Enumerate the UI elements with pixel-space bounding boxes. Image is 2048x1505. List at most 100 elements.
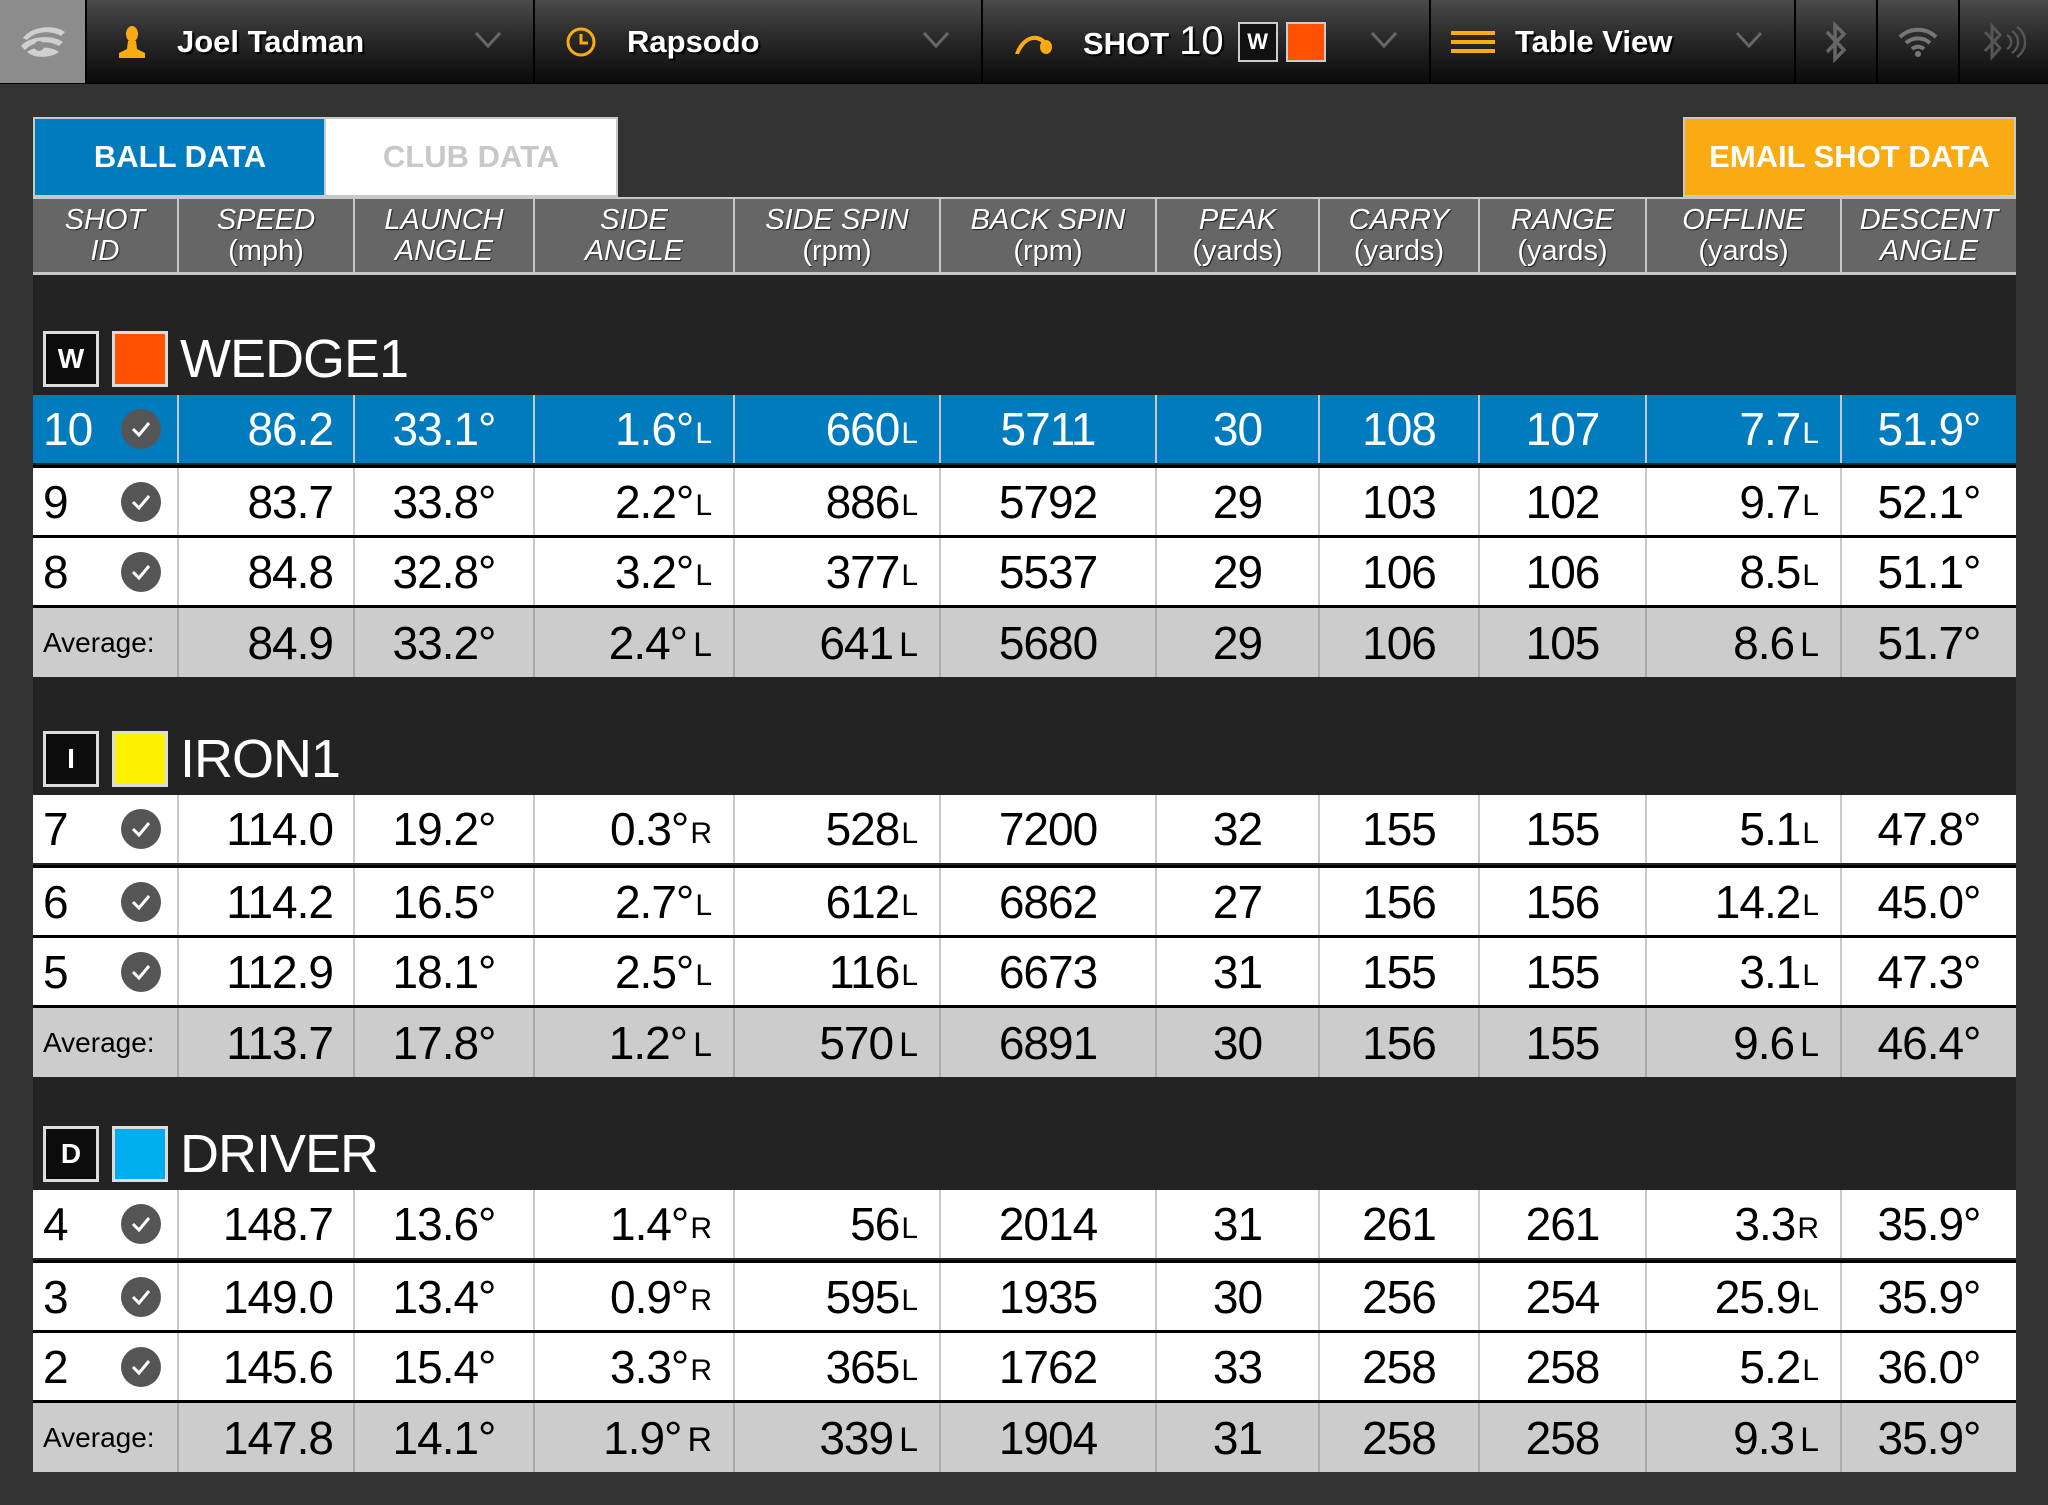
shot-checked-toggle[interactable] [121, 809, 161, 849]
column-header[interactable]: BACK SPIN (rpm) [939, 199, 1155, 272]
shot-row[interactable]: 9 83.7 33.8° 2.2° L 886 L 5792 29 103 102 9.7 L 52.1° [33, 465, 2016, 535]
device-selector[interactable]: Rapsodo [533, 0, 981, 83]
cell-offline: 9.7 L [1645, 468, 1840, 535]
direction-suffix: L [901, 959, 918, 992]
column-header[interactable]: PEAK (yards) [1155, 199, 1318, 272]
shot-row[interactable]: 3 149.0 13.4° 0.9° R 595 L 1935 30 256 254 25.9 L 35.… [33, 1260, 2016, 1330]
column-header-title: CARRY [1348, 203, 1450, 236]
bluetooth-signal-button[interactable] [1958, 0, 2048, 83]
cell-value: 258 [1525, 1411, 1601, 1464]
cell-launch: 19.2° [353, 795, 533, 863]
cell-range: 106 [1478, 538, 1645, 605]
cell-value: 2014 [998, 1198, 1098, 1250]
cell-value: 0.3° [609, 803, 689, 855]
column-header[interactable]: DESCENT ANGLE [1840, 199, 2016, 272]
cell-value: 33.2° [392, 616, 497, 669]
shot-row[interactable]: 10 86.2 33.1° 1.6° L 660 L 5711 30 108 107 7.7 L 51.9… [33, 395, 2016, 463]
cell-side-spin: 886 L [733, 468, 939, 535]
tab-ball-data[interactable]: BALL DATA [33, 117, 325, 197]
cell-launch: 32.8° [353, 538, 533, 605]
cell-descent: 35.9° [1840, 1403, 2016, 1472]
cell-value: 103 [1362, 475, 1437, 528]
cell-value: 147.8 [222, 1411, 334, 1464]
cell-value: 156 [1362, 875, 1437, 928]
shot-row[interactable]: 4 148.7 13.6° 1.4° R 56 L 2014 31 261 261 3.3 R 35.9° [33, 1190, 2016, 1258]
cell-carry: 258 [1318, 1333, 1478, 1400]
club-group-header: D DRIVER [43, 1124, 379, 1184]
email-shot-data-button[interactable]: EMAIL SHOT DATA [1683, 117, 2016, 197]
cell-carry: 106 [1318, 608, 1478, 677]
column-header[interactable]: CARRY (yards) [1318, 199, 1478, 272]
cell-value: 6862 [998, 875, 1098, 928]
direction-suffix: L [1802, 1354, 1819, 1387]
shot-selector[interactable]: SHOT 10 W [981, 0, 1429, 83]
direction-suffix: R [687, 1421, 712, 1459]
bluetooth-icon [1825, 20, 1847, 63]
cell-value: 106 [1362, 616, 1437, 669]
shot-checked-toggle[interactable] [121, 881, 161, 922]
column-header[interactable]: SHOT ID [33, 199, 177, 272]
cell-value: 254 [1525, 1270, 1601, 1323]
column-header-unit: (rpm) [1013, 234, 1083, 267]
cell-value: 3.3 [1734, 1198, 1796, 1250]
cell-descent: 45.0° [1840, 868, 2016, 935]
direction-suffix: L [901, 417, 918, 450]
chevron-down-icon [474, 31, 502, 49]
shot-row[interactable]: 5 112.9 18.1° 2.5° L 116 L 6673 31 155 155 3.1 L 47.3… [33, 935, 2016, 1005]
cell-offline: 3.1 L [1645, 938, 1840, 1005]
column-header[interactable]: RANGE (yards) [1478, 199, 1645, 272]
cell-descent: 51.9° [1840, 395, 2016, 463]
shot-checked-toggle[interactable] [121, 951, 161, 992]
cell-value: 25.9 [1714, 1270, 1802, 1323]
shot-checked-toggle[interactable] [121, 1276, 161, 1317]
chevron-down-icon [922, 31, 950, 49]
cell-value: 261 [1525, 1198, 1601, 1250]
column-header[interactable]: LAUNCH ANGLE [353, 199, 533, 272]
shot-row[interactable]: 7 114.0 19.2° 0.3° R 528 L 7200 32 155 155 5.1 L 47.8… [33, 795, 2016, 863]
column-header[interactable]: SIDE ANGLE [533, 199, 733, 272]
column-header-title: SIDE SPIN [765, 203, 909, 236]
wifi-icon [1898, 27, 1938, 57]
tab-club-data[interactable]: CLUB DATA [324, 117, 618, 197]
cell-value: 1904 [998, 1411, 1098, 1464]
cell-back-spin: 5537 [939, 538, 1155, 605]
cell-value: 108 [1362, 403, 1437, 455]
shot-row[interactable]: 2 145.6 15.4° 3.3° R 365 L 1762 33 258 258 5.2 L 36.0… [33, 1330, 2016, 1400]
shot-checked-toggle[interactable] [121, 409, 161, 449]
app-logo-button[interactable] [0, 0, 85, 83]
column-header[interactable]: SPEED (mph) [177, 199, 353, 272]
direction-suffix: L [1800, 1421, 1819, 1459]
wifi-button[interactable] [1876, 0, 1958, 83]
view-selector[interactable]: Table View [1429, 0, 1794, 83]
cell-value: 8.5 [1739, 545, 1801, 598]
cell-value: 47.3° [1877, 945, 1982, 998]
cell-back-spin: 1762 [939, 1333, 1155, 1400]
cell-shot-id: 8 [33, 538, 177, 605]
club-color-swatch [1285, 21, 1326, 62]
player-selector[interactable]: Joel Tadman [85, 0, 533, 83]
column-header[interactable]: OFFLINE (yards) [1645, 199, 1840, 272]
cell-value: 114.0 [226, 803, 334, 855]
bluetooth-button[interactable] [1794, 0, 1876, 83]
shot-row[interactable]: 8 84.8 32.8° 3.2° L 377 L 5537 29 106 106 8.5 L 51.1° [33, 535, 2016, 605]
cell-peak: 29 [1155, 538, 1318, 605]
column-header[interactable]: SIDE SPIN (rpm) [733, 199, 939, 272]
cell-back-spin: 6673 [939, 938, 1155, 1005]
shot-id: 4 [43, 1198, 69, 1250]
shot-checked-toggle[interactable] [121, 1346, 161, 1387]
cell-launch: 17.8° [353, 1008, 533, 1077]
direction-suffix: L [901, 817, 918, 850]
cell-side-angle: 3.2° L [533, 538, 733, 605]
cell-value: 35.9° [1877, 1270, 1982, 1323]
cell-value: 5.1 [1739, 803, 1801, 855]
cell-value: 51.9° [1877, 403, 1982, 455]
cell-value: 261 [1362, 1198, 1437, 1250]
direction-suffix: L [901, 1212, 918, 1245]
direction-suffix: L [1802, 889, 1819, 922]
shot-checked-toggle[interactable] [121, 551, 161, 592]
shot-row[interactable]: 6 114.2 16.5° 2.7° L 612 L 6862 27 156 156 14.2 L 45.… [33, 865, 2016, 935]
shot-checked-toggle[interactable] [121, 481, 161, 522]
cell-shot-id: 3 [33, 1263, 177, 1330]
shot-checked-toggle[interactable] [121, 1204, 161, 1244]
cell-peak: 29 [1155, 468, 1318, 535]
